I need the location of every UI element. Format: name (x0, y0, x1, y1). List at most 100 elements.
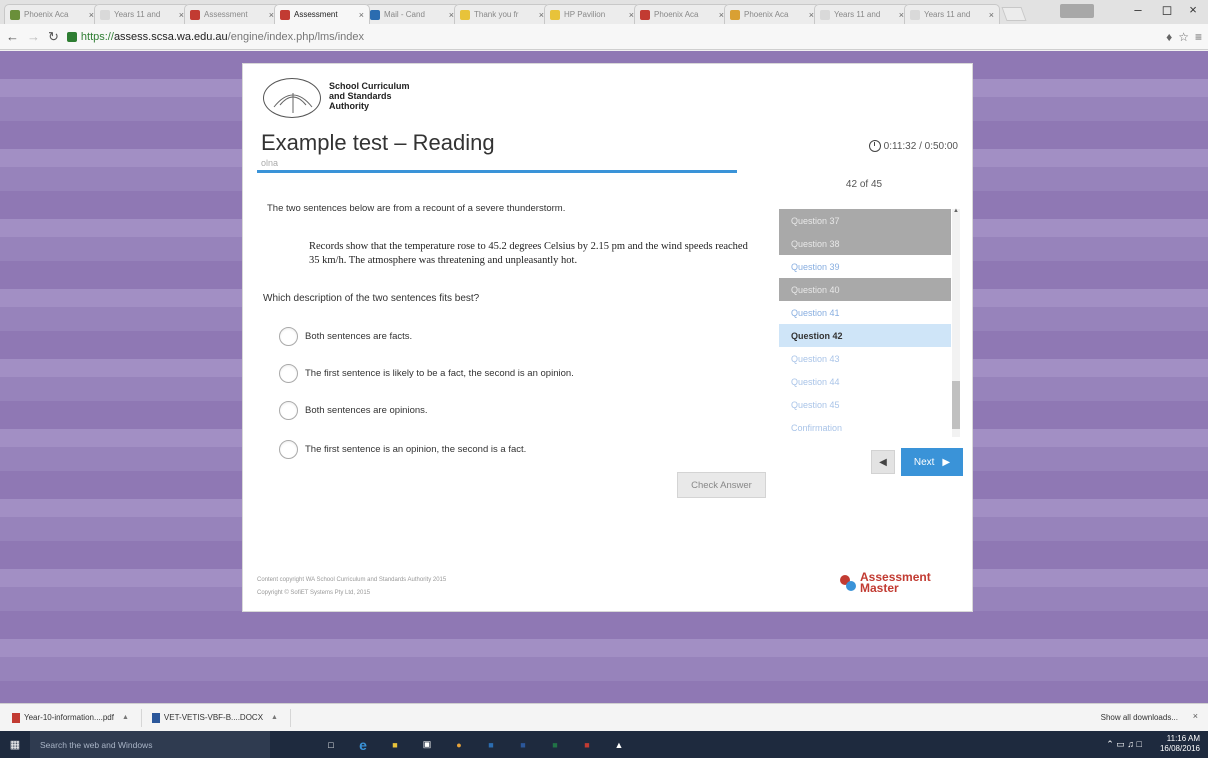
system-tray-icons[interactable]: ⌃ ▭ ♫ □ (1106, 739, 1142, 750)
taskbar-search-input[interactable]: Search the web and Windows (30, 731, 270, 758)
question-nav-item[interactable]: Question 40 (779, 278, 951, 301)
question-nav-item[interactable]: Question 37 (779, 209, 951, 232)
excel-icon[interactable]: ■ (544, 736, 566, 754)
download-menu-caret-icon[interactable]: ▲ (271, 714, 278, 721)
system-copyright: Copyright © SofiET Systems Pty Ltd, 2015 (257, 590, 371, 596)
question-nav-item[interactable]: Question 44 (779, 370, 951, 393)
question-nav-item[interactable]: Question 39 (779, 255, 951, 278)
browser-tab[interactable]: Mail - Cand × (364, 4, 460, 24)
task-view-icon[interactable]: □ (320, 736, 342, 754)
tab-favicon-icon (190, 9, 200, 20)
page-title: Example test – Reading (261, 130, 495, 155)
tab-label: Assessment (294, 10, 338, 19)
photos-icon[interactable]: ▲ (608, 736, 630, 754)
new-tab-button[interactable] (1001, 7, 1027, 21)
question-nav-item[interactable]: Question 42 (779, 324, 951, 347)
tab-favicon-icon (550, 9, 560, 20)
browser-tab[interactable]: Years 11 and × (814, 4, 910, 24)
radio-button[interactable] (279, 401, 298, 420)
scrollbar-thumb[interactable] (952, 381, 960, 429)
triangle-right-icon: ▶ (942, 456, 951, 468)
question-text: Which description of the two sentences f… (263, 293, 480, 304)
download-menu-caret-icon[interactable]: ▲ (122, 714, 129, 721)
page-background: School Curriculum and Standards Authorit… (0, 51, 1208, 703)
scsa-logo-icon (263, 78, 321, 118)
browser-tab[interactable]: Assessment × (184, 4, 280, 24)
show-all-downloads-link[interactable]: Show all downloads... (1101, 713, 1178, 722)
question-nav-item[interactable]: Question 38 (779, 232, 951, 255)
scroll-up-arrow-icon[interactable]: ▲ (953, 208, 959, 214)
browser-tab[interactable]: Assessment × (274, 4, 370, 24)
tab-label: Phoenix Aca (24, 10, 69, 19)
tab-favicon-icon (640, 9, 650, 20)
outlook-icon[interactable]: ■ (480, 736, 502, 754)
downloads-bar: Year-10-information....pdf ▲ VET-VETIS-VBF… (0, 703, 1208, 731)
option-label: The first sentence is an opinion, the se… (305, 444, 527, 455)
question-nav-item[interactable]: Confirmation (779, 416, 951, 437)
edge-browser-icon[interactable]: e (352, 736, 374, 754)
content-copyright: Content copyright WA School Curriculum a… (257, 577, 447, 583)
minimize-button[interactable]: – (1128, 2, 1148, 17)
question-nav-item[interactable]: Question 41 (779, 301, 951, 324)
extension-icon[interactable]: ♦ (1166, 30, 1172, 44)
reload-icon[interactable]: ↻ (48, 29, 59, 45)
download-item[interactable]: Year-10-information....pdf ▲ (8, 708, 142, 727)
close-downloads-icon[interactable]: × (1193, 711, 1198, 721)
back-arrow-icon[interactable]: ← (6, 29, 19, 44)
store-icon[interactable]: ▣ (416, 736, 438, 754)
tab-label: Years 11 and (834, 10, 881, 19)
powerpoint-icon[interactable]: ■ (576, 736, 598, 754)
tab-close-icon[interactable]: × (989, 10, 994, 20)
student-name: olna (261, 158, 279, 168)
maximize-button[interactable]: ◻ (1157, 2, 1177, 18)
question-nav-item[interactable]: Question 45 (779, 393, 951, 416)
timer: 0:11:32 / 0:50:00 (868, 140, 958, 152)
logo-line: and Standards (329, 91, 392, 101)
browser-tab[interactable]: Years 11 and × (904, 4, 1000, 24)
radio-button[interactable] (279, 440, 298, 459)
browser-tab[interactable]: Phoenix Aca × (4, 4, 100, 24)
tab-label: Thank you fr (474, 10, 519, 19)
text-extract: Records show that the temperature rose t… (309, 241, 748, 266)
browser-tab[interactable]: Phoenix Aca × (724, 4, 820, 24)
menu-icon[interactable]: ≡ (1195, 30, 1202, 44)
option-label: Both sentences are facts. (305, 331, 413, 342)
question-nav-item[interactable]: Question 43 (779, 347, 951, 370)
logo-line: Authority (329, 101, 369, 111)
logo-line: School Curriculum (329, 81, 410, 91)
chrome-icon[interactable]: ● (448, 736, 470, 754)
triangle-left-icon: ◀ (879, 456, 887, 468)
close-window-button[interactable]: × (1183, 2, 1203, 17)
tab-close-icon[interactable]: × (359, 10, 364, 20)
clock[interactable]: 11:16 AM 16/08/2016 (1160, 734, 1200, 754)
download-item[interactable]: VET-VETIS-VBF-B....DOCX ▲ (148, 708, 291, 727)
previous-button[interactable]: ◀ (871, 450, 895, 474)
browser-tab[interactable]: HP Pavilion × (544, 4, 640, 24)
answer-option-4[interactable]: The first sentence is an opinion, the se… (279, 440, 526, 459)
clock-time: 11:16 AM (1166, 734, 1200, 743)
address-bar[interactable]: https://assess.scsa.wa.edu.au/engine/ind… (66, 27, 1166, 47)
radio-button[interactable] (279, 364, 298, 383)
tab-label: Mail - Cand (384, 10, 425, 19)
bookmark-star-icon[interactable]: ☆ (1178, 30, 1189, 44)
answer-option-1[interactable]: Both sentences are facts. (279, 327, 412, 346)
answer-option-3[interactable]: Both sentences are opinions. (279, 401, 428, 420)
file-explorer-icon[interactable]: ■ (384, 736, 406, 754)
answer-option-2[interactable]: The first sentence is likely to be a fac… (279, 364, 574, 383)
tab-favicon-icon (820, 9, 830, 20)
tab-label: HP Pavilion (564, 10, 606, 19)
browser-tab[interactable]: Phoenix Aca × (634, 4, 730, 24)
radio-button[interactable] (279, 327, 298, 346)
profile-button[interactable] (1060, 4, 1094, 18)
tab-favicon-icon (10, 9, 20, 20)
word-icon[interactable]: ■ (512, 736, 534, 754)
tab-label: Years 11 and (924, 10, 971, 19)
browser-tab[interactable]: Thank you fr × (454, 4, 550, 24)
option-label: Both sentences are opinions. (305, 405, 428, 416)
next-button[interactable]: Next ▶ (901, 448, 963, 476)
download-filename: Year-10-information....pdf (24, 713, 114, 722)
windows-start-icon[interactable]: ▦ (0, 731, 30, 758)
check-answer-button[interactable]: Check Answer (677, 472, 766, 498)
browser-tab[interactable]: Years 11 and × (94, 4, 190, 24)
forward-arrow-icon[interactable]: → (27, 29, 40, 44)
